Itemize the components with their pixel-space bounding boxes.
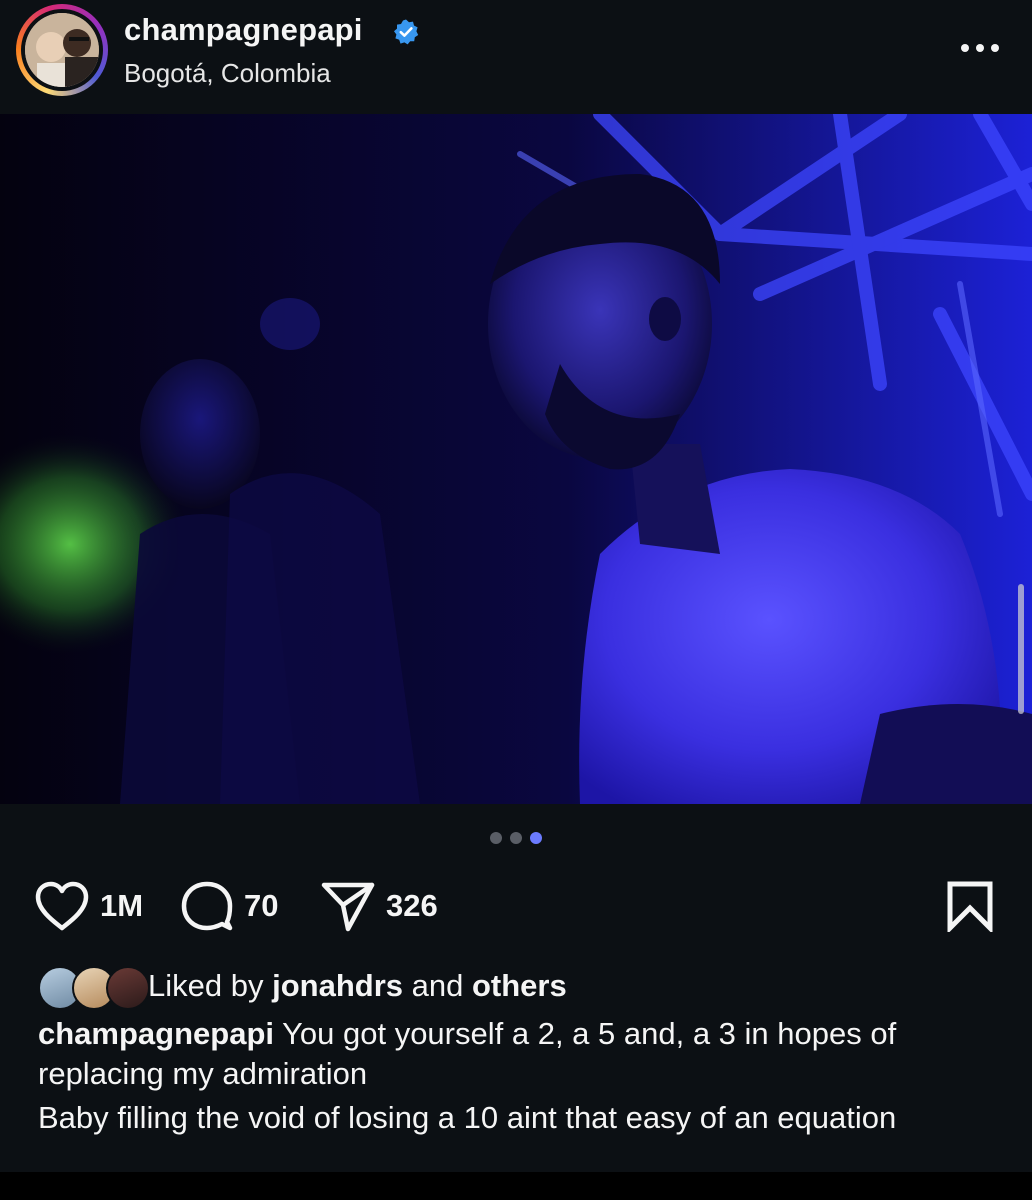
liked-by-username[interactable]: jonahdrs [272, 968, 403, 1003]
carousel-dot[interactable] [490, 832, 502, 844]
caption-username[interactable]: champagnepapi [38, 1016, 274, 1051]
liked-by-row[interactable]: Liked by jonahdrs and others [38, 962, 567, 1010]
verified-badge-icon [394, 19, 419, 45]
carousel-dot-active[interactable] [530, 832, 542, 844]
carousel-dot[interactable] [510, 832, 522, 844]
comment-count[interactable]: 70 [244, 888, 278, 924]
liked-by-connector: and [411, 968, 464, 1003]
caption-line-2: Baby filling the void of losing a 10 ain… [38, 1100, 897, 1135]
like-button[interactable]: 1M [34, 876, 143, 936]
share-button[interactable]: 326 [320, 876, 438, 936]
carousel-indicator [0, 832, 1032, 848]
profile-avatar[interactable] [16, 4, 108, 96]
liked-by-text: Liked by jonahdrs and others [148, 966, 567, 1006]
liked-by-others[interactable]: others [472, 968, 567, 1003]
like-count[interactable]: 1M [100, 888, 143, 924]
paper-plane-icon [321, 882, 375, 932]
more-options-button[interactable] [950, 28, 1010, 68]
caption-line-1: champagnepapi You got yourself a 2, a 5 … [38, 1014, 1003, 1094]
post-username[interactable]: champagnepapi [124, 10, 363, 50]
liker-avatars [38, 964, 150, 1010]
liked-by-prefix: Liked by [148, 968, 264, 1003]
post-location[interactable]: Bogotá, Colombia [124, 56, 331, 90]
comment-button[interactable]: 70 [180, 876, 278, 936]
comment-bubble-icon [181, 881, 233, 931]
post-action-bar: 1M 70 326 [0, 876, 1032, 936]
bookmark-icon[interactable] [944, 880, 996, 932]
post-caption: champagnepapi You got yourself a 2, a 5 … [38, 1014, 1003, 1138]
liker-avatar [106, 966, 150, 1010]
more-horizontal-icon [961, 44, 999, 52]
avatar-photo [25, 13, 99, 87]
instagram-post: champagnepapi Bogotá, Colombia 1M 70 326… [0, 0, 1032, 1172]
share-count[interactable]: 326 [386, 888, 438, 924]
scrollbar-thumb[interactable] [1018, 584, 1024, 714]
heart-icon [35, 881, 89, 931]
post-header: champagnepapi Bogotá, Colombia [0, 0, 1032, 112]
post-media-image[interactable] [0, 114, 1032, 804]
